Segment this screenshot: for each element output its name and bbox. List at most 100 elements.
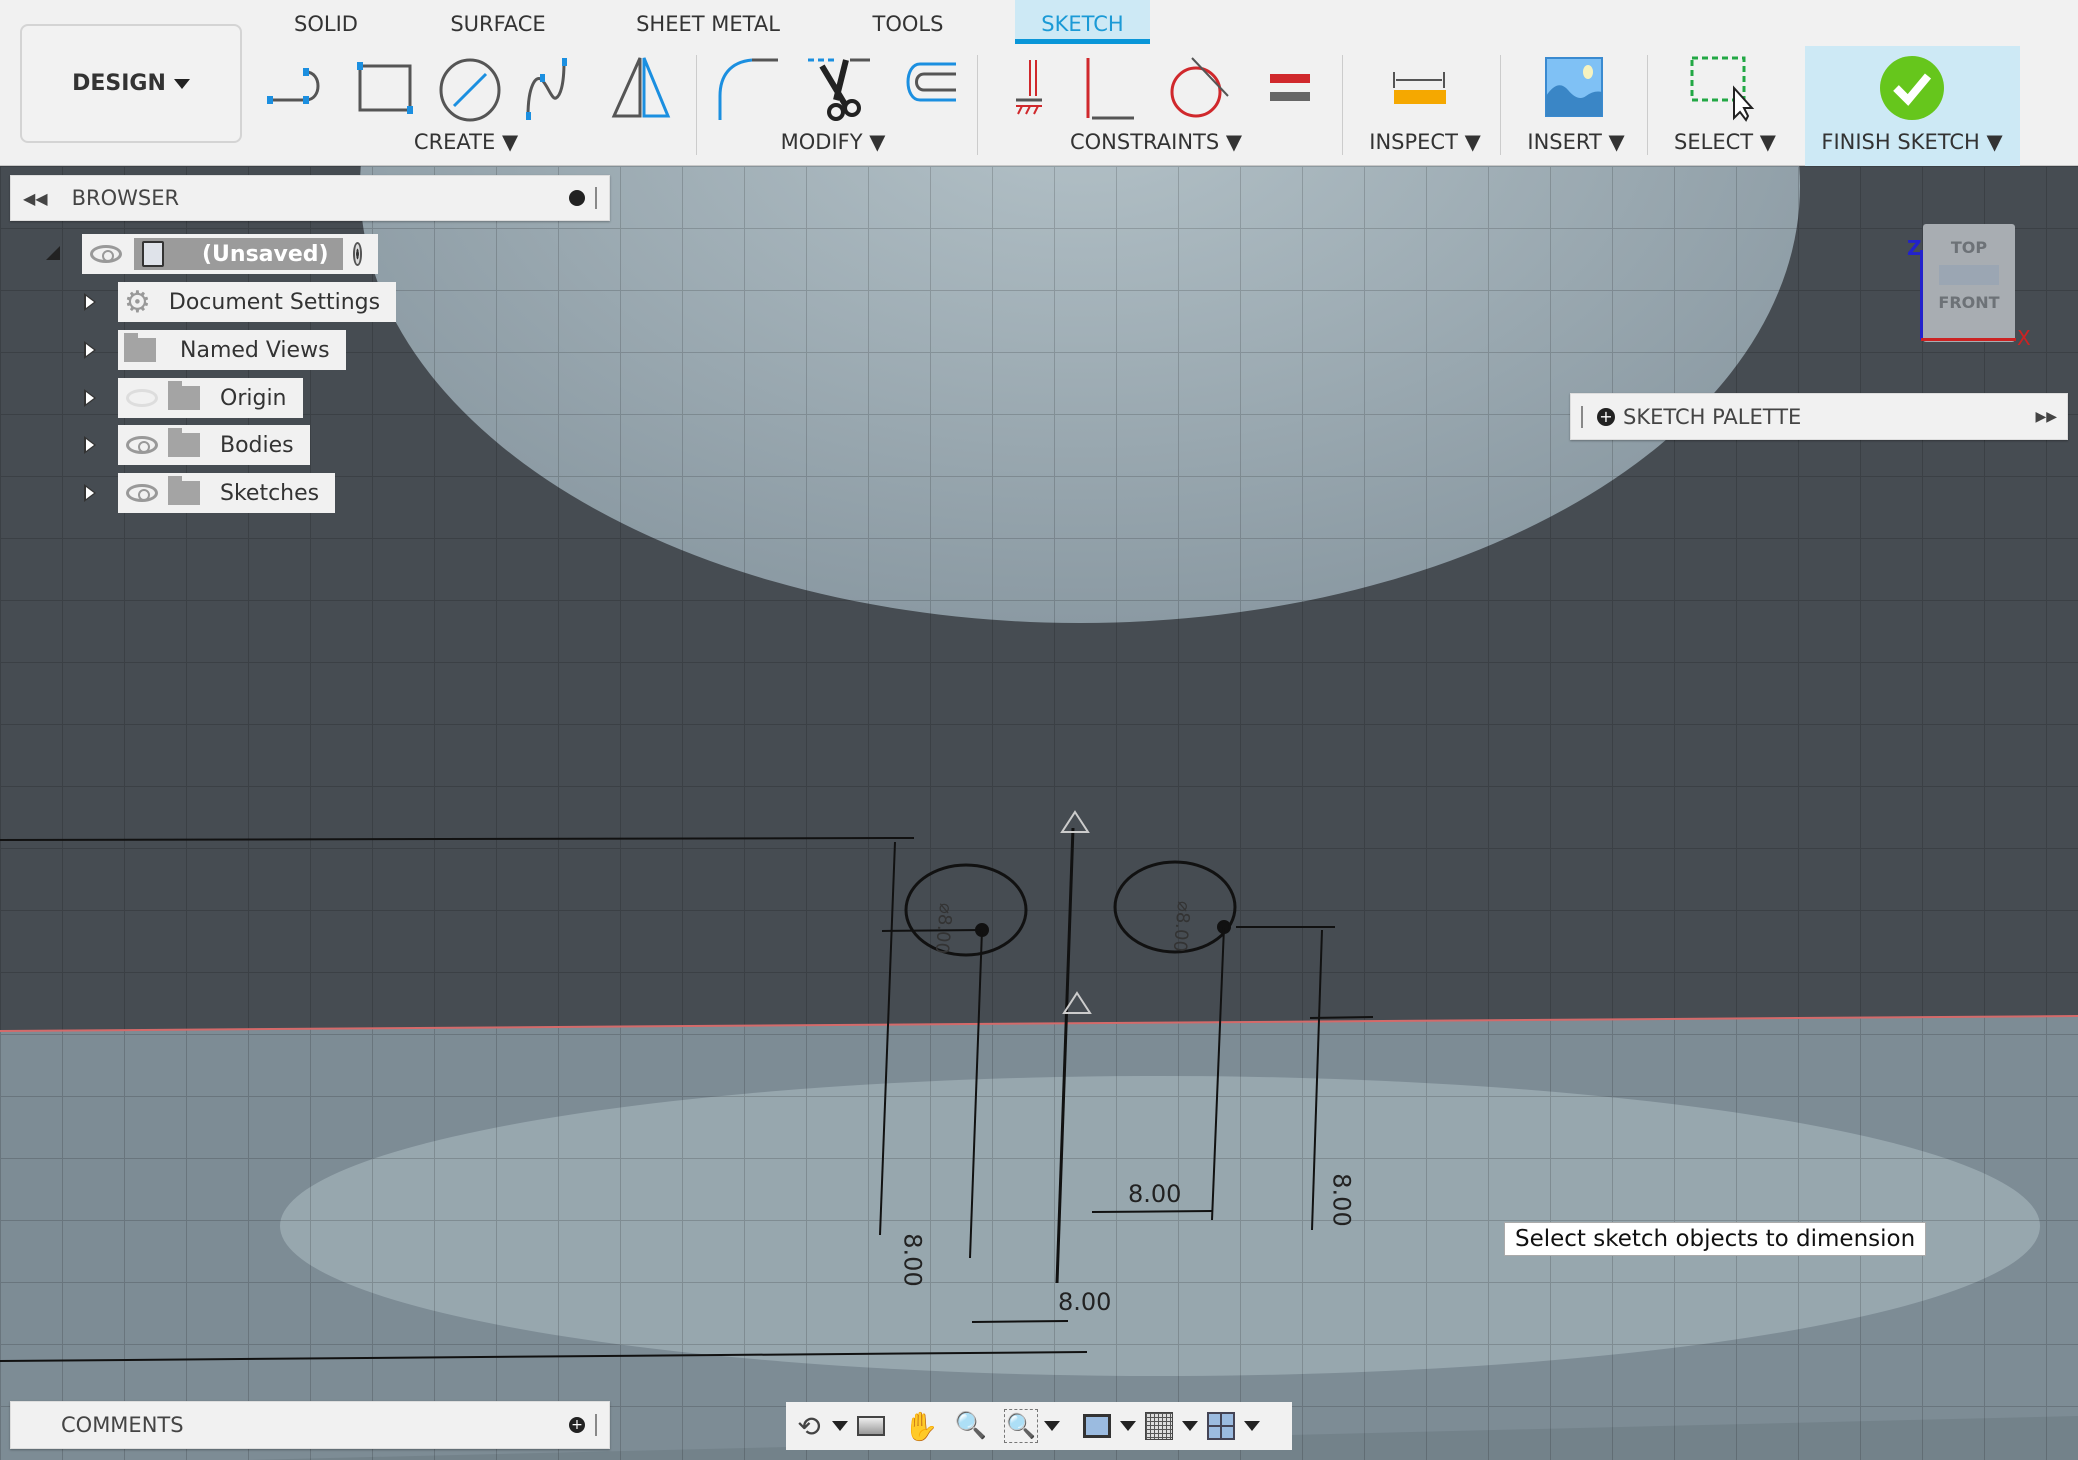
inspect-menu[interactable]: INSPECT ▼ <box>1369 130 1480 154</box>
dim-left-vertical[interactable]: 8.00 <box>899 1233 927 1286</box>
folder-icon <box>168 428 200 457</box>
tab-sheet-metal[interactable]: SHEET METAL <box>624 8 792 44</box>
viewcube-body[interactable]: TOP FRONT <box>1923 224 2015 342</box>
visibility-eye-icon[interactable] <box>126 436 158 454</box>
expand-arrow-icon[interactable] <box>84 484 96 502</box>
perpendicular-constraint-icon[interactable] <box>1078 56 1146 124</box>
spline-tool-icon[interactable] <box>522 56 590 124</box>
browser-resize-handle[interactable] <box>595 187 597 209</box>
pan-hand-icon[interactable]: ✋ <box>904 1409 939 1443</box>
select-window-icon[interactable] <box>1688 56 1756 124</box>
browser-root-unsaved[interactable]: (Unsaved) <box>82 234 378 274</box>
equal-constraint-icon[interactable] <box>1256 56 1324 124</box>
toolbar: SOLID SURFACE SHEET METAL TOOLS SKETCH D… <box>0 0 2078 166</box>
browser-header[interactable]: ◀◀ BROWSER <box>10 175 610 221</box>
browser-item-origin[interactable]: Origin <box>118 378 303 418</box>
modify-menu[interactable]: MODIFY ▼ <box>781 130 886 154</box>
item-label: Sketches <box>220 480 320 506</box>
measure-ruler-icon[interactable] <box>1388 56 1456 124</box>
dim-diameter-1[interactable]: ⌀8.00 <box>931 902 956 955</box>
separator <box>977 55 978 155</box>
constraints-label: CONSTRAINTS <box>1069 130 1220 154</box>
insert-menu[interactable]: INSERT ▼ <box>1527 130 1624 154</box>
orbit-dropdown-icon[interactable] <box>832 1421 848 1431</box>
fit-window-icon[interactable]: 🔍 <box>1004 1409 1038 1443</box>
dim-bottom-horizontal[interactable]: 8.00 <box>1058 1288 1111 1316</box>
tab-solid[interactable]: SOLID <box>280 8 372 44</box>
dim-middle-horizontal[interactable]: 8.00 <box>1128 1180 1181 1208</box>
insert-image-icon[interactable] <box>1542 56 1610 124</box>
select-menu[interactable]: SELECT ▼ <box>1674 130 1776 154</box>
expand-plus-icon[interactable]: + <box>1597 407 1615 426</box>
browser-pin-icon[interactable] <box>569 190 585 206</box>
browser-item-bodies[interactable]: Bodies <box>118 425 310 465</box>
dim-right-vertical[interactable]: 8.00 <box>1328 1173 1356 1226</box>
constraints-menu[interactable]: CONSTRAINTS ▼ <box>1070 130 1242 154</box>
root-label-box: (Unsaved) <box>134 238 343 270</box>
viewcube-edge <box>1939 265 1999 285</box>
expand-palette-icon[interactable]: ▶▶ <box>2035 409 2057 425</box>
display-settings-icon[interactable] <box>1080 1409 1114 1443</box>
gear-icon: ⚙ <box>124 284 151 320</box>
zoom-dropdown-icon[interactable] <box>1044 1421 1060 1431</box>
finish-checkmark-icon[interactable] <box>1878 54 1946 122</box>
create-label: CREATE <box>413 130 496 154</box>
fillet-tool-icon[interactable] <box>716 56 784 124</box>
circle-tool-icon[interactable] <box>436 56 504 124</box>
zoom-icon[interactable]: 🔍 <box>954 1409 988 1443</box>
activate-radio-icon[interactable] <box>352 242 362 266</box>
add-comment-icon[interactable]: + <box>569 1417 585 1433</box>
comments-panel[interactable]: COMMENTS + <box>10 1401 610 1449</box>
workspace-design-button[interactable]: DESIGN <box>20 24 242 143</box>
mirror-tool-icon[interactable] <box>610 56 678 124</box>
expand-arrow-icon[interactable] <box>84 341 96 359</box>
item-label: Named Views <box>180 337 330 363</box>
expand-arrow-icon[interactable] <box>84 389 96 407</box>
item-label: Bodies <box>220 432 294 458</box>
trim-scissors-icon[interactable] <box>806 56 874 124</box>
folder-icon <box>124 333 156 362</box>
x-axis-label: X <box>2017 326 2031 350</box>
inspect-label: INSPECT <box>1369 130 1458 154</box>
tangent-constraint-icon[interactable] <box>1166 56 1234 124</box>
separator <box>1342 55 1343 155</box>
offset-tool-icon[interactable] <box>890 56 958 124</box>
tab-surface[interactable]: SURFACE <box>440 8 556 44</box>
visibility-eye-icon[interactable] <box>90 245 122 263</box>
fix-constraint-icon[interactable] <box>1010 56 1078 124</box>
x-axis <box>1921 338 2016 341</box>
tab-sketch[interactable]: SKETCH <box>1015 0 1150 44</box>
visibility-eye-icon[interactable] <box>126 484 158 502</box>
grid-icon[interactable] <box>1142 1409 1176 1443</box>
expand-arrow-icon[interactable] <box>84 293 96 311</box>
hidden-eye-icon[interactable] <box>126 389 158 407</box>
orbit-icon[interactable]: ⟲ <box>792 1409 826 1443</box>
sketch-circle-1 <box>904 863 1028 957</box>
display-dropdown-icon[interactable] <box>1120 1421 1136 1431</box>
viewports-dropdown-icon[interactable] <box>1244 1421 1260 1431</box>
browser-item-named-views[interactable]: Named Views <box>118 330 346 370</box>
viewcube-top[interactable]: TOP <box>1923 238 2015 257</box>
line-tool-icon[interactable] <box>266 56 334 124</box>
viewcube-front[interactable]: FRONT <box>1923 293 2015 312</box>
viewcube[interactable]: TOP FRONT Z X <box>1907 222 2031 350</box>
create-menu[interactable]: CREATE ▼ <box>414 130 518 154</box>
finish-sketch-menu[interactable]: FINISH SKETCH ▼ <box>1821 130 2002 154</box>
browser-item-document-settings[interactable]: ⚙ Document Settings <box>118 282 397 322</box>
workspace-label: DESIGN <box>72 71 166 96</box>
expand-arrow-icon[interactable] <box>84 436 96 454</box>
viewports-icon[interactable] <box>1204 1409 1238 1443</box>
palette-resize-handle[interactable] <box>1581 405 1583 428</box>
finish-sketch-label: FINISH SKETCH <box>1821 130 1980 154</box>
sketch-palette-header[interactable]: + SKETCH PALETTE ▶▶ <box>1570 393 2068 440</box>
rectangle-tool-icon[interactable] <box>352 56 420 124</box>
comments-resize-handle[interactable] <box>595 1414 597 1436</box>
root-label: (Unsaved) <box>202 241 329 267</box>
tab-tools[interactable]: TOOLS <box>860 8 956 44</box>
dim-diameter-2[interactable]: ⌀8.00 <box>1169 900 1194 953</box>
browser-item-sketches[interactable]: Sketches <box>118 473 336 513</box>
grid-dropdown-icon[interactable] <box>1182 1421 1198 1431</box>
look-at-icon[interactable] <box>854 1409 888 1443</box>
tree-collapse-toggle[interactable] <box>46 246 60 260</box>
collapse-browser-icon[interactable]: ◀◀ <box>23 189 48 208</box>
